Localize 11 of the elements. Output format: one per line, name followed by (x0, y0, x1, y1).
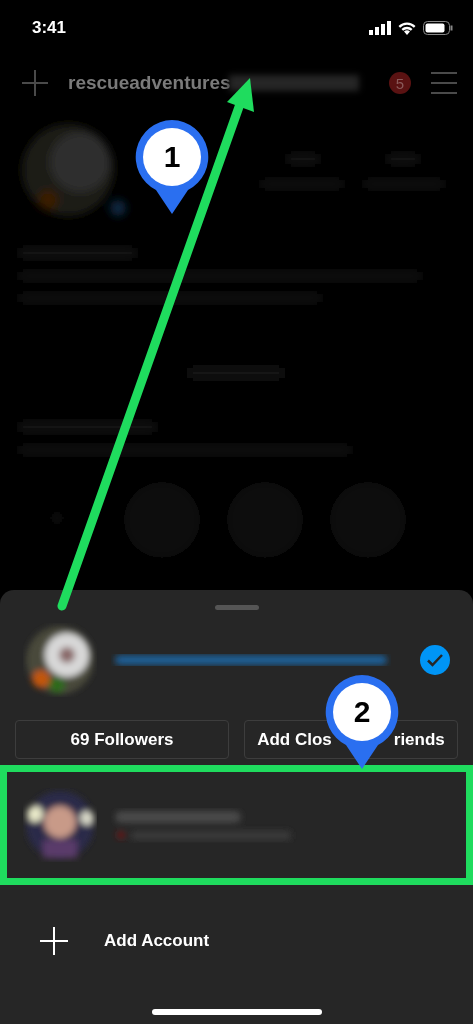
battery-icon (423, 21, 453, 35)
step-marker: 1 (133, 118, 211, 216)
profile-username[interactable]: rescueadventures (68, 72, 231, 94)
signal-icon (369, 21, 391, 35)
drag-handle[interactable] (214, 605, 259, 610)
wifi-icon (397, 20, 417, 36)
account-row[interactable] (0, 765, 473, 885)
notification-count: 5 (389, 72, 411, 94)
profile-button[interactable]: 69 Followers (15, 720, 229, 759)
clock: 3:41 (32, 18, 67, 38)
add-account-link[interactable]: Add Account (104, 931, 210, 951)
